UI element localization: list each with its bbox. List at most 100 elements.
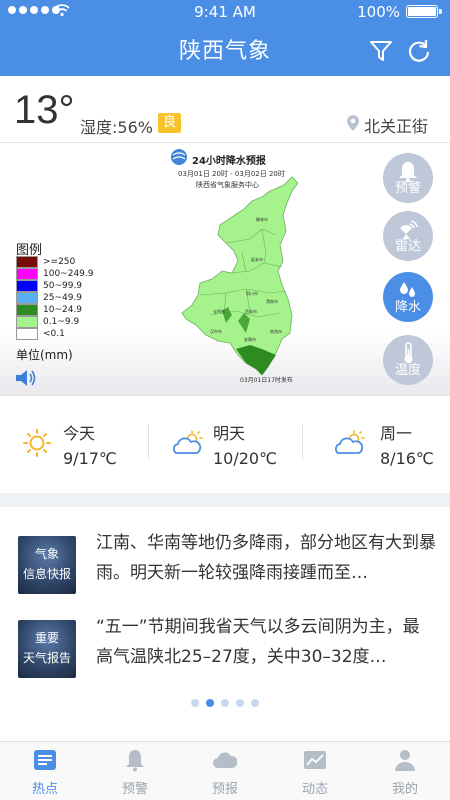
battery-icon — [406, 5, 442, 18]
filter-icon[interactable] — [368, 38, 394, 64]
rain-layer-label: 降水 — [394, 300, 421, 315]
svg-text:西安市: 西安市 — [245, 308, 257, 314]
map-publish-time: 03月01日17时发布 — [240, 377, 293, 384]
refresh-icon[interactable] — [406, 38, 432, 64]
legend-item: 100~249.9 — [16, 268, 136, 280]
humidity-text: 湿度:56% — [80, 118, 153, 137]
alert-layer-label: 预警 — [394, 181, 421, 196]
bottom-navigation: 热点 预警 预报 动态 我的 — [0, 741, 450, 800]
nav-label: 动态 — [301, 782, 328, 797]
forecast-day-label: 明天 — [213, 424, 246, 443]
news-summary: 江南、华南等地仍多降雨，部分地区有大到暴雨。明天新一轮较强降雨接踵而至… — [96, 533, 436, 583]
section-divider — [0, 493, 450, 507]
page-dot[interactable] — [236, 699, 244, 707]
news-icon — [34, 750, 56, 770]
map-legend: >=250 100~249.9 50~99.9 25~49.9 10~24.9 … — [16, 256, 136, 340]
location-label[interactable]: 北关正街 — [364, 113, 428, 137]
page-indicator — [0, 699, 450, 709]
nav-tab-hot[interactable]: 热点 — [0, 742, 90, 800]
news-thumb-line: 天气报告 — [22, 651, 71, 665]
radar-layer-button[interactable]: 雷达 — [383, 211, 433, 261]
nav-label: 预警 — [121, 782, 148, 797]
bell-icon — [399, 162, 417, 182]
news-summary: “五一”节期间我省天气以多云间阴为主，最高气温陕北25–27度，关中30–32度… — [96, 617, 420, 667]
thermometer-icon — [404, 342, 413, 363]
air-quality-badge: 良 — [158, 113, 182, 133]
app-header: 9:41 AM 100% 陕西气象 — [0, 0, 450, 76]
svg-text:商洛市: 商洛市 — [270, 328, 282, 334]
daily-forecast: 今天 9/17℃ 明天 10/20℃ 周一 8/16℃ — [0, 398, 450, 490]
bell-icon — [126, 750, 144, 772]
meteorological-logo-icon — [171, 149, 187, 165]
legend-swatch — [16, 328, 38, 340]
svg-text:宝鸡市: 宝鸡市 — [213, 308, 225, 314]
legend-label: 10~24.9 — [43, 305, 83, 315]
legend-item: 0.1~9.9 — [16, 316, 136, 328]
location-pin-icon — [347, 115, 359, 131]
svg-text:铜川市: 铜川市 — [246, 290, 258, 296]
news-thumbnail: 气象 信息快报 — [18, 536, 76, 594]
forecast-day-label: 周一 — [380, 424, 413, 443]
sun-icon — [23, 429, 51, 457]
forecast-monday[interactable]: 周一 8/16℃ — [300, 398, 450, 490]
news-item[interactable]: 气象 信息快报 江南、华南等地仍多降雨，部分地区有大到暴雨。明天新一轮较强降雨接… — [0, 528, 450, 612]
forecast-today[interactable]: 今天 9/17℃ — [0, 398, 150, 490]
legend-label: <0.1 — [43, 329, 65, 339]
forecast-temp-range: 8/16℃ — [380, 449, 434, 468]
map-date-range: 03月01日 20时 - 03月02日 20时 — [178, 170, 285, 178]
page-dot-active[interactable] — [206, 699, 214, 707]
forecast-temp-range: 10/20℃ — [213, 449, 278, 468]
svg-text:榆林市: 榆林市 — [256, 216, 268, 222]
news-item[interactable]: 重要 天气报告 “五一”节期间我省天气以多云间阴为主，最高气温陕北25–27度，… — [0, 612, 450, 696]
news-thumbnail: 重要 天气报告 — [18, 620, 76, 678]
legend-swatch — [16, 316, 38, 328]
nav-tab-alerts[interactable]: 预警 — [90, 742, 180, 800]
nav-tab-profile[interactable]: 我的 — [360, 742, 450, 800]
page-dot[interactable] — [191, 699, 199, 707]
legend-label: 50~99.9 — [43, 281, 83, 291]
legend-item: >=250 — [16, 256, 136, 268]
map-organization: 陕西省气象服务中心 — [196, 181, 259, 189]
partly-cloudy-icon — [335, 430, 365, 454]
page-dot[interactable] — [221, 699, 229, 707]
radar-layer-label: 雷达 — [394, 239, 421, 254]
current-temperature: 13° — [14, 88, 75, 132]
legend-item: 10~24.9 — [16, 304, 136, 316]
forecast-temp-range: 9/17℃ — [63, 449, 117, 468]
svg-text:渭南市: 渭南市 — [266, 298, 278, 304]
page-dot[interactable] — [251, 699, 259, 707]
forecast-day-label: 今天 — [63, 424, 96, 443]
partly-cloudy-icon — [173, 430, 203, 454]
alert-layer-button[interactable]: 预警 — [383, 153, 433, 203]
speaker-icon[interactable] — [14, 368, 38, 388]
news-thumb-line: 重要 — [34, 631, 59, 645]
radar-icon — [400, 220, 418, 239]
legend-swatch — [16, 256, 38, 268]
cloud-icon — [213, 752, 237, 768]
legend-swatch — [16, 292, 38, 304]
forecast-divider — [148, 424, 149, 460]
temperature-layer-label: 温度 — [394, 363, 421, 378]
legend-swatch — [16, 304, 38, 316]
chart-icon — [304, 751, 326, 769]
battery-percent: 100% — [357, 3, 400, 21]
forecast-tomorrow[interactable]: 明天 10/20℃ — [150, 398, 300, 490]
temperature-layer-button[interactable]: 温度 — [383, 335, 433, 385]
legend-unit: 单位(mm) — [16, 348, 73, 362]
legend-swatch — [16, 280, 38, 292]
news-thumb-line: 信息快报 — [22, 567, 71, 581]
legend-item: 25~49.9 — [16, 292, 136, 304]
nav-tab-news[interactable]: 动态 — [270, 742, 360, 800]
legend-label: >=250 — [43, 257, 76, 267]
svg-text:安康市: 安康市 — [244, 336, 256, 342]
legend-item: <0.1 — [16, 328, 136, 340]
legend-label: 25~49.9 — [43, 293, 83, 303]
province-area — [181, 176, 299, 376]
nav-tab-forecast[interactable]: 预报 — [180, 742, 270, 800]
app-root: 9:41 AM 100% 陕西气象 13° 湿度:56% 良 北关正街 榆林市 … — [0, 0, 450, 800]
legend-swatch — [16, 268, 38, 280]
status-bar: 9:41 AM 100% — [0, 0, 450, 22]
news-thumb-line: 气象 — [34, 547, 59, 561]
rain-layer-button[interactable]: 降水 — [383, 272, 433, 322]
nav-label: 我的 — [391, 782, 418, 797]
